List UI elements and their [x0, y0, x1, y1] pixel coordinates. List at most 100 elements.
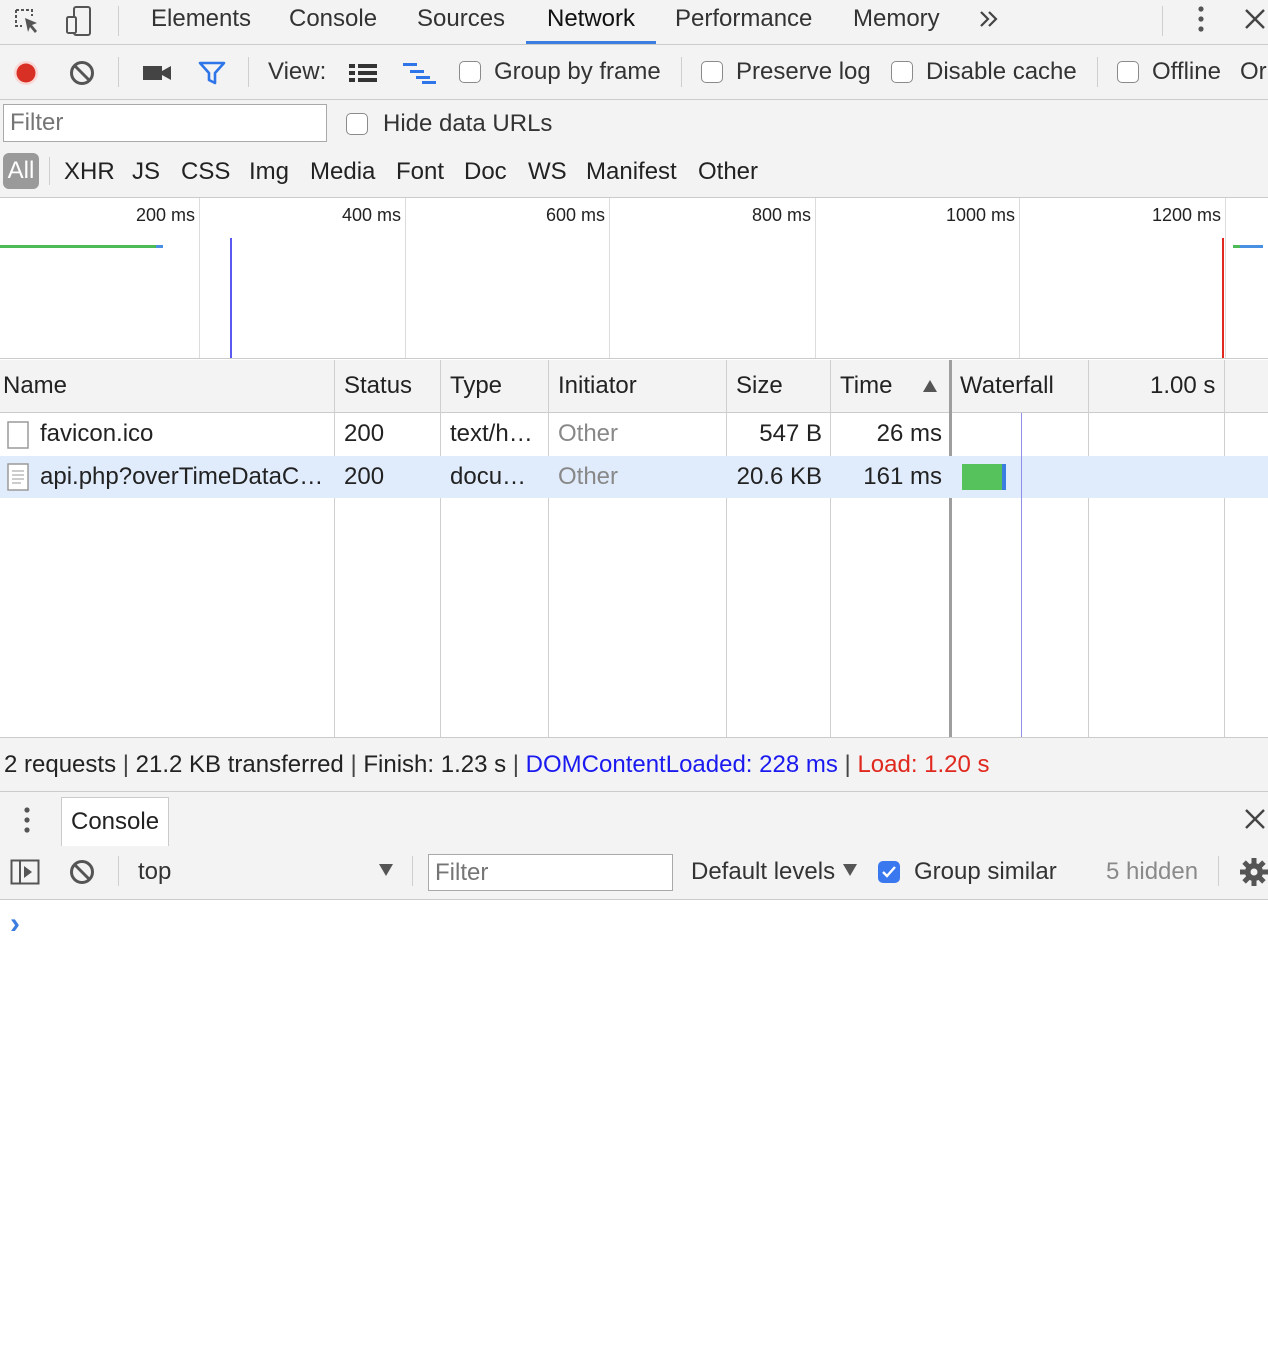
drawer-menu-icon[interactable]	[14, 804, 40, 836]
type-filter-font[interactable]: Font	[396, 154, 444, 190]
console-filter-input[interactable]	[428, 854, 673, 891]
filter-input[interactable]	[3, 104, 327, 142]
row-size: 20.6 KB	[736, 463, 822, 490]
type-filter-media[interactable]: Media	[310, 154, 375, 190]
type-filter-all[interactable]: All	[3, 153, 39, 189]
tab-elements[interactable]: Elements	[151, 0, 251, 44]
preserve-log-checkbox[interactable]	[701, 61, 723, 83]
timeline-tick-800: 800 ms	[751, 205, 811, 225]
document-file-icon	[6, 462, 30, 492]
summary-finish: Finish: 1.23 s	[363, 751, 507, 778]
row-initiator: Other	[558, 463, 619, 490]
large-rows-view-icon[interactable]	[346, 57, 380, 89]
file-icon	[6, 420, 30, 450]
timeline-tick-600: 600 ms	[545, 205, 605, 225]
screenshot-camera-icon[interactable]	[140, 57, 174, 89]
type-filter-ws[interactable]: WS	[528, 154, 567, 190]
preserve-log-label: Preserve log	[736, 58, 871, 85]
waterfall-bar-download	[1002, 464, 1006, 490]
group-similar-checkbox[interactable]	[878, 861, 900, 883]
tab-network[interactable]: Network	[526, 0, 656, 44]
summary-sep: |	[122, 751, 129, 778]
timeline-load-marker	[1222, 238, 1224, 358]
network-toolbar: View: Group by frame Preserve log Disabl…	[0, 45, 1268, 100]
sort-ascending-icon	[920, 376, 940, 396]
overview-waterfall-icon[interactable]	[402, 57, 438, 89]
filter-funnel-icon[interactable]	[196, 57, 228, 89]
column-header-size[interactable]: Size	[736, 360, 783, 412]
row-type: text/h…	[450, 420, 533, 447]
kebab-menu-icon[interactable]	[1188, 3, 1214, 35]
close-devtools-icon[interactable]	[1240, 4, 1268, 34]
timeline-tick-200: 200 ms	[135, 205, 195, 225]
drawer-tab-bar: Console	[0, 791, 1268, 847]
close-drawer-icon[interactable]	[1240, 804, 1268, 834]
hidden-count: 5 hidden	[1106, 858, 1199, 885]
timeline-tick-400: 400 ms	[341, 205, 401, 225]
clear-icon[interactable]	[66, 57, 98, 89]
type-filter-js[interactable]: JS	[132, 154, 160, 190]
timeline-request-bar-2-end	[1240, 245, 1263, 248]
column-header-initiator[interactable]: Initiator	[558, 360, 637, 412]
tab-sources[interactable]: Sources	[417, 0, 505, 44]
timeline-request-bar-1-end	[156, 245, 163, 248]
drawer-tab-console[interactable]: Console	[61, 797, 170, 846]
console-settings-gear-icon[interactable]	[1238, 856, 1268, 888]
hide-data-urls-checkbox[interactable]	[346, 113, 368, 135]
row-name[interactable]: api.php?overTimeDataC…	[40, 456, 330, 498]
column-header-type[interactable]: Type	[450, 360, 502, 412]
log-levels-select[interactable]: Default levels	[691, 858, 835, 886]
column-header-time[interactable]: Time	[840, 360, 892, 412]
devtools-tab-bar: Elements Console Sources Network Perform…	[0, 0, 1268, 45]
group-by-frame-label: Group by frame	[494, 58, 661, 85]
context-dropdown-icon[interactable]	[376, 860, 396, 880]
row-name[interactable]: favicon.ico	[40, 413, 330, 455]
summary-bar: 2 requests | 21.2 KB transferred | Finis…	[0, 737, 1268, 792]
offline-checkbox[interactable]	[1117, 61, 1139, 83]
summary-sep: |	[350, 751, 357, 778]
record-icon[interactable]	[10, 57, 42, 89]
levels-dropdown-icon[interactable]	[840, 860, 860, 880]
summary-load: Load: 1.20 s	[857, 751, 990, 778]
waterfall-bar[interactable]	[962, 464, 1002, 490]
group-by-frame-checkbox[interactable]	[459, 61, 481, 83]
timeline-dcl-marker	[230, 238, 232, 358]
online-throttle-select[interactable]: Or	[1240, 58, 1267, 86]
execution-context-select[interactable]: top	[138, 858, 171, 886]
column-header-name[interactable]: Name	[3, 360, 67, 412]
summary-sep: |	[844, 751, 851, 778]
group-similar-label: Group similar	[914, 858, 1057, 885]
show-sidebar-icon[interactable]	[8, 856, 42, 888]
summary-domcontentloaded: DOMContentLoaded: 228 ms	[525, 751, 838, 778]
clear-console-icon[interactable]	[66, 856, 98, 888]
more-tabs-chevron-icon[interactable]	[974, 4, 1004, 34]
inspect-element-icon[interactable]	[10, 4, 44, 38]
type-filter-doc[interactable]: Doc	[464, 154, 507, 190]
type-filter-img[interactable]: Img	[249, 154, 289, 190]
summary-requests: 2 requests	[4, 751, 117, 778]
row-initiator: Other	[558, 420, 619, 447]
row-status: 200	[344, 463, 385, 490]
disable-cache-checkbox[interactable]	[891, 61, 913, 83]
console-prompt[interactable]: ›	[10, 906, 20, 942]
column-header-waterfall[interactable]: Waterfall	[960, 360, 1054, 412]
device-toolbar-icon[interactable]	[62, 4, 96, 38]
summary-sep: |	[512, 751, 519, 778]
console-toolbar: top Default levels Group similar 5 hidde…	[0, 846, 1268, 900]
timeline-request-bar-1	[0, 245, 163, 248]
type-filter-manifest[interactable]: Manifest	[586, 154, 677, 190]
tab-performance[interactable]: Performance	[675, 0, 812, 44]
row-status: 200	[344, 420, 385, 447]
row-time: 26 ms	[876, 420, 942, 447]
type-filter-css[interactable]: CSS	[181, 154, 230, 190]
view-label: View:	[268, 58, 327, 85]
row-time: 161 ms	[863, 463, 942, 490]
type-filter-other[interactable]: Other	[698, 154, 758, 190]
type-filter-xhr[interactable]: XHR	[64, 154, 115, 190]
waterfall-scale-label: 1.00 s	[1150, 372, 1216, 399]
tab-console[interactable]: Console	[289, 0, 377, 44]
column-header-status[interactable]: Status	[344, 360, 412, 412]
row-type: docu…	[450, 463, 527, 490]
hide-data-urls-label: Hide data URLs	[383, 110, 553, 137]
tab-memory[interactable]: Memory	[853, 0, 940, 44]
